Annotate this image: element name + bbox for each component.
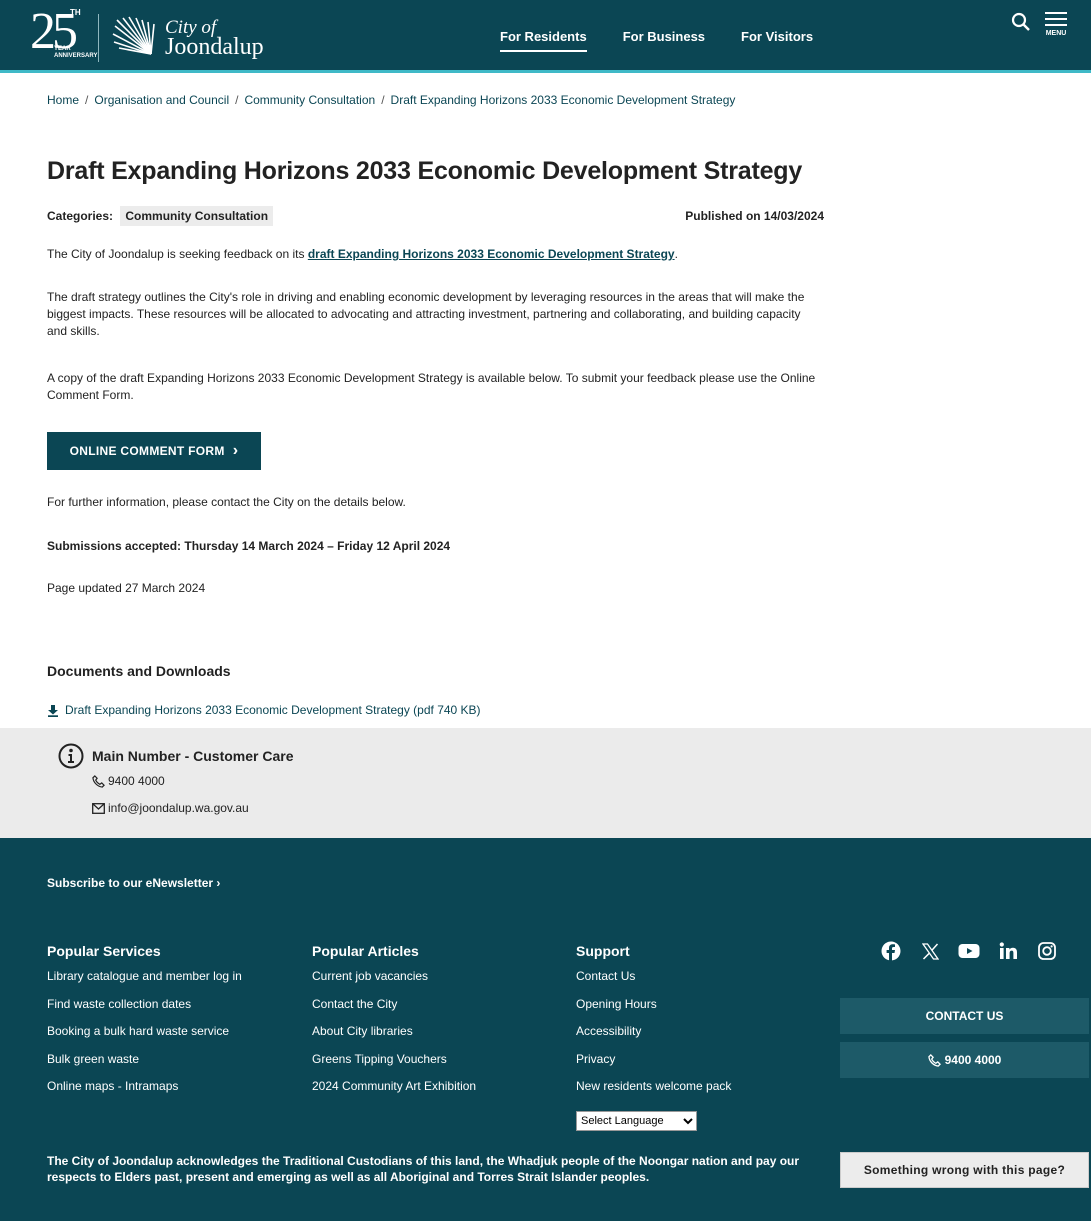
logo-divider [98, 14, 99, 62]
city-name: City of Joondalup [165, 18, 264, 59]
footer-link[interactable]: Contact Us [576, 969, 635, 983]
contact-panel: Main Number - Customer Care 9400 4000 in… [0, 728, 1091, 838]
contact-email: info@joondalup.wa.gov.au [108, 801, 249, 815]
nav-for-business[interactable]: For Business [623, 29, 705, 52]
instagram-icon[interactable] [1036, 940, 1058, 962]
strategy-paragraph: The draft strategy outlines the City's r… [47, 290, 805, 338]
city-name-line2: Joondalup [165, 33, 264, 60]
breadcrumb-current: Draft Expanding Horizons 2033 Economic D… [390, 93, 736, 107]
submissions-dates: Submissions accepted: Thursday 14 March … [47, 539, 451, 553]
footer-link[interactable]: Accessibility [576, 1024, 641, 1038]
nav-for-visitors[interactable]: For Visitors [741, 29, 813, 52]
youtube-icon[interactable] [958, 940, 980, 962]
anniversary-line1: YEAR [54, 46, 71, 52]
anniversary-badge: 25 TH YEAR ANNIVERSARY [30, 3, 97, 68]
page-updated: Page updated 27 March 2024 [47, 581, 206, 595]
anniversary-superscript: TH [70, 8, 81, 17]
social-links [880, 940, 1058, 962]
contact-phone-link[interactable]: 9400 4000 [92, 774, 165, 788]
contact-title: Main Number - Customer Care [92, 748, 294, 764]
document-download-link[interactable]: Draft Expanding Horizons 2033 Economic D… [47, 703, 481, 717]
footer-link[interactable]: Library catalogue and member log in [47, 969, 242, 983]
footer-column-popular-articles: Popular Articles Current job vacancies C… [312, 943, 476, 1107]
footer-link[interactable]: Contact the City [312, 997, 397, 1011]
footer-column-popular-services: Popular Services Library catalogue and m… [47, 943, 242, 1107]
email-icon [92, 802, 105, 814]
categories-label: Categories: [47, 209, 114, 223]
footer-column-heading: Support [576, 943, 630, 959]
anniversary-line2: ANNIVERSARY [54, 53, 98, 59]
site-header: 25 TH YEAR ANNIVERSARY City of Joondalup … [0, 0, 1091, 73]
menu-label: MENU [1045, 30, 1067, 37]
article-meta: Categories: Community Consultation Publi… [47, 206, 824, 226]
footer-link[interactable]: 2024 Community Art Exhibition [312, 1079, 476, 1093]
breadcrumb-organisation[interactable]: Organisation and Council [94, 93, 229, 107]
footer-phone-label: 9400 4000 [944, 1053, 1002, 1067]
category-tag[interactable]: Community Consultation [120, 206, 274, 226]
further-info-paragraph: For further information, please contact … [47, 495, 406, 509]
breadcrumb-separator: / [381, 93, 385, 107]
phone-icon [92, 774, 105, 788]
chevron-right-icon: › [232, 442, 239, 459]
linkedin-icon[interactable] [997, 940, 1019, 962]
main-nav: For Residents For Business For Visitors [500, 29, 813, 52]
breadcrumb-consultation[interactable]: Community Consultation [244, 93, 375, 107]
breadcrumb-separator: / [235, 93, 239, 107]
info-icon [58, 743, 84, 769]
header-actions: MENU [1011, 12, 1067, 37]
footer-column-heading: Popular Articles [312, 943, 419, 959]
published-date: Published on 14/03/2024 [685, 209, 824, 223]
strategy-link[interactable]: draft Expanding Horizons 2033 Economic D… [308, 247, 675, 261]
footer-link[interactable]: Online maps - Intramaps [47, 1079, 178, 1093]
footer-link[interactable]: Privacy [576, 1052, 615, 1066]
search-icon[interactable] [1011, 12, 1031, 32]
acknowledgement-of-country: The City of Joondalup acknowledges the T… [47, 1154, 800, 1184]
nav-for-residents[interactable]: For Residents [500, 29, 587, 52]
footer-link[interactable]: Find waste collection dates [47, 997, 191, 1011]
menu-button[interactable]: MENU [1045, 12, 1067, 37]
site-footer: Subscribe to our eNewsletter › Popular S… [0, 838, 1091, 1221]
footer-column-heading: Popular Services [47, 943, 161, 959]
footer-link[interactable]: Greens Tipping Vouchers [312, 1052, 447, 1066]
intro-suffix: . [674, 247, 678, 261]
footer-link[interactable]: Booking a bulk hard waste service [47, 1024, 229, 1038]
intro-prefix: The City of Joondalup is seeking feedbac… [47, 247, 308, 261]
breadcrumb-home[interactable]: Home [47, 93, 79, 107]
cta-label: ONLINE COMMENT FORM [69, 444, 225, 458]
footer-link[interactable]: New residents welcome pack [576, 1079, 731, 1093]
footer-link[interactable]: About City libraries [312, 1024, 413, 1038]
documents-heading: Documents and Downloads [47, 663, 231, 679]
contact-phone: 9400 4000 [108, 774, 165, 788]
document-link-label: Draft Expanding Horizons 2033 Economic D… [65, 703, 481, 717]
breadcrumb-separator: / [85, 93, 89, 107]
phone-icon [927, 1053, 941, 1067]
footer-link[interactable]: Current job vacancies [312, 969, 428, 983]
x-icon[interactable] [919, 940, 941, 962]
categories: Categories: Community Consultation [47, 206, 274, 226]
intro-paragraph: The City of Joondalup is seeking feedbac… [47, 246, 822, 263]
breadcrumb: Home / Organisation and Council / Commun… [47, 93, 735, 107]
anniversary-caption: YEAR ANNIVERSARY [54, 46, 97, 60]
site-logo[interactable]: 25 TH YEAR ANNIVERSARY City of Joondalup [30, 3, 264, 68]
online-comment-form-button[interactable]: ONLINE COMMENT FORM › [47, 432, 261, 470]
download-icon [48, 704, 58, 717]
footer-link[interactable]: Opening Hours [576, 997, 657, 1011]
contact-email-link[interactable]: info@joondalup.wa.gov.au [92, 801, 249, 815]
language-select[interactable]: Select Language [576, 1111, 697, 1131]
report-problem-button[interactable]: Something wrong with this page? [840, 1152, 1089, 1188]
facebook-icon[interactable] [880, 940, 902, 962]
newsletter-link[interactable]: Subscribe to our eNewsletter › [47, 876, 220, 890]
hamburger-icon [1045, 12, 1067, 26]
footer-link[interactable]: Bulk green waste [47, 1052, 139, 1066]
page-title: Draft Expanding Horizons 2033 Economic D… [47, 157, 803, 185]
city-fan-logo-icon [112, 16, 155, 55]
footer-column-support: Support Contact Us Opening Hours Accessi… [576, 943, 731, 1107]
footer-phone-button[interactable]: 9400 4000 [840, 1042, 1089, 1078]
contact-us-button[interactable]: CONTACT US [840, 998, 1089, 1034]
copy-paragraph: A copy of the draft Expanding Horizons 2… [47, 371, 816, 402]
